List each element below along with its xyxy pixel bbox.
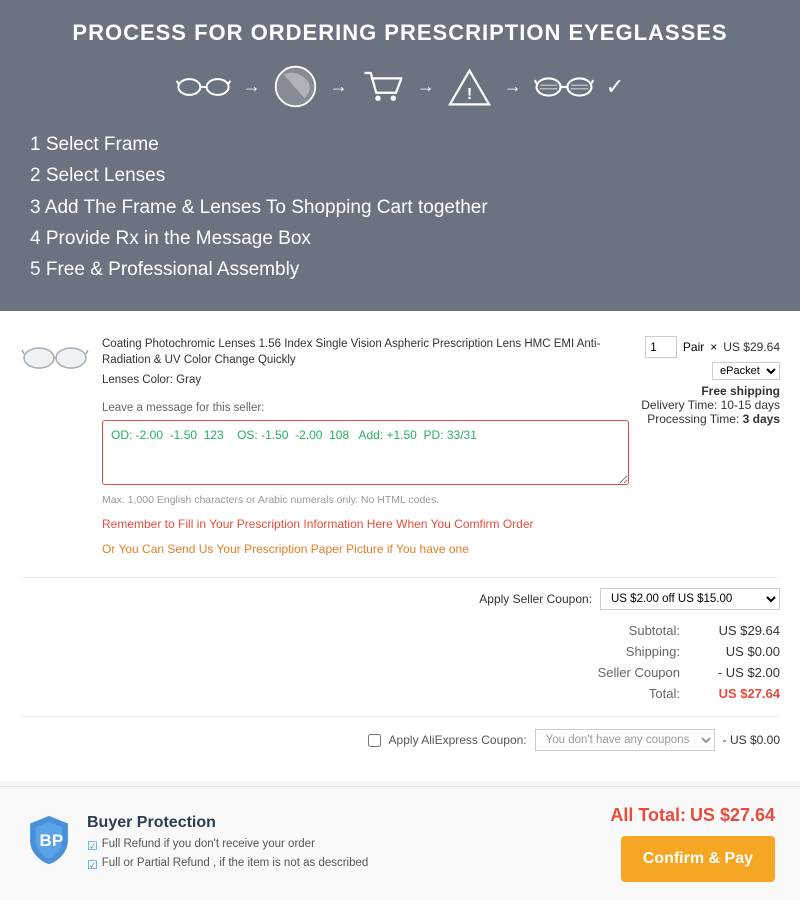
color-label: Lenses Color: [102,374,173,386]
svg-text:!: ! [467,86,472,103]
product-image [20,336,90,381]
total-label: Total: [600,686,680,701]
shipping-value: US $0.00 [700,644,780,659]
confirm-pay-button[interactable]: Confirm & Pay [621,836,775,882]
subtotal-label: Subtotal: [600,623,680,638]
seller-coupon-summary-label: Seller Coupon [598,665,680,680]
step-5: 5 Free & Professional Assembly [30,254,770,285]
glasses-striped-icon [534,72,594,102]
order-item-right: Pair × US $29.64 ePacket Free shipping D… [641,336,780,426]
arrow-2: → [330,76,348,97]
protection-item-1: ☑ Full Refund if you don't receive your … [87,836,368,855]
product-price: US $29.64 [723,340,780,354]
message-section: Leave a message for this seller: OD: -2.… [102,400,629,508]
step-2: 2 Select Lenses [30,160,770,191]
reminder-orange: Or You Can Send Us Your Prescription Pap… [102,541,629,558]
color-value: Gray [176,374,201,386]
protection-text: Buyer Protection ☑ Full Refund if you do… [87,814,368,874]
check-icon-2: ☑ [87,856,98,874]
quantity-input[interactable] [645,336,677,358]
processing-label: Processing Time: [647,412,739,426]
subtotal-row: Subtotal: US $29.64 [20,620,780,641]
process-icons-row: → → → ! → [30,64,770,109]
cart-icon [360,64,405,109]
delivery-value: 10-15 days [721,398,780,412]
processing-value: 3 days [743,412,780,426]
product-color-line: Lenses Color: Gray [102,372,629,388]
checkmark-icon: ✓ [606,74,624,100]
seller-coupon-select[interactable]: US $2.00 off US $15.00 [600,588,780,610]
lens-icon [273,64,318,109]
all-total-label: All Total: [610,805,686,825]
shipping-info: Free shipping Delivery Time: 10-15 days … [641,384,780,426]
ali-coupon-label: Apply AliExpress Coupon: [389,733,527,747]
seller-coupon-label: Apply Seller Coupon: [479,592,592,606]
order-item-row: Coating Photochromic Lenses 1.56 Index S… [20,326,780,579]
delivery-info: Delivery Time: 10-15 days [641,398,780,412]
step-3: 3 Add The Frame & Lenses To Shopping Car… [30,192,770,223]
shipping-label: Shipping: [600,644,680,659]
check-icon-1: ☑ [87,837,98,855]
footer-right: All Total: US $27.64 Confirm & Pay [610,805,775,882]
x-separator: × [710,340,717,354]
free-shipping-label: Free shipping [641,384,780,398]
all-total-value: US $27.64 [690,805,775,825]
arrow-3: → [417,76,435,97]
total-value: US $27.64 [700,686,780,701]
summary-table: Subtotal: US $29.64 Shipping: US $0.00 S… [20,620,780,704]
arrow-1: → [243,76,261,97]
shipping-method-select[interactable]: ePacket [712,362,780,380]
ali-coupon-select[interactable]: You don't have any coupons [535,729,715,751]
buyer-protection-title: Buyer Protection [87,814,368,832]
shield-icon: BP [25,814,73,866]
seller-coupon-summary-row: Seller Coupon - US $2.00 [20,662,780,683]
unit-label: Pair [683,340,704,354]
subtotal-value: US $29.64 [700,623,780,638]
arrow-4: → [504,76,522,97]
main-content: Coating Photochromic Lenses 1.56 Index S… [0,311,800,782]
protection-item-2: ☑ Full or Partial Refund , if the item i… [87,855,368,874]
message-textarea[interactable]: OD: -2.00 -1.50 123 OS: -1.50 -2.00 108 … [102,420,629,485]
delivery-label: Delivery Time: [641,398,717,412]
glasses-icon [176,72,231,102]
step-1: 1 Select Frame [30,129,770,160]
product-description: Coating Photochromic Lenses 1.56 Index S… [102,336,629,568]
ali-coupon-checkbox[interactable] [368,734,381,747]
step-4: 4 Provide Rx in the Message Box [30,223,770,254]
footer: BP Buyer Protection ☑ Full Refund if you… [0,786,800,900]
reminder-red: Remember to Fill in Your Prescription In… [102,516,629,533]
product-name: Coating Photochromic Lenses 1.56 Index S… [102,338,600,366]
header-banner: PROCESS FOR ORDERING PRESCRIPTION EYEGLA… [0,0,800,311]
warning-icon: ! [447,67,492,107]
shipping-row: Shipping: US $0.00 [20,641,780,662]
svg-text:BP: BP [40,831,64,850]
ali-coupon-row: Apply AliExpress Coupon: You don't have … [20,716,780,751]
seller-coupon-summary-value: - US $2.00 [700,665,780,680]
seller-coupon-row: Apply Seller Coupon: US $2.00 off US $15… [20,588,780,610]
buyer-protection: BP Buyer Protection ☑ Full Refund if you… [25,814,368,874]
total-row: Total: US $27.64 [20,683,780,704]
message-label: Leave a message for this seller: [102,400,629,416]
processing-info: Processing Time: 3 days [641,412,780,426]
all-total: All Total: US $27.64 [610,805,775,826]
ali-coupon-discount: - US $0.00 [723,733,780,747]
max-chars-text: Max. 1,000 English characters or Arabic … [102,493,629,508]
banner-title: PROCESS FOR ORDERING PRESCRIPTION EYEGLA… [30,20,770,46]
steps-list: 1 Select Frame 2 Select Lenses 3 Add The… [30,129,770,286]
